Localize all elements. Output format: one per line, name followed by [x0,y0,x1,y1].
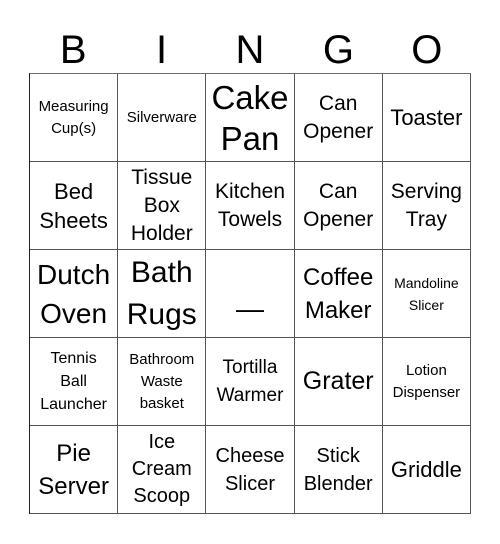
cell-label: Coffee Maker [303,263,374,324]
bingo-cell[interactable]: Ice Cream Scoop [118,426,207,514]
cell-label: Silverware [126,108,197,126]
cell-label: Bed Sheets [39,178,108,233]
bingo-cell[interactable]: Tortilla Warmer [206,338,295,426]
cell-label: Stick Blender [303,444,373,495]
header-letter-o: O [411,28,443,72]
cell-label: Griddle [390,457,462,482]
cell-label: Mandoline Slicer [394,274,459,313]
bingo-cell[interactable]: Cheese Slicer [206,426,295,514]
header-letter-i: I [156,28,168,72]
header-letter-n: N [235,28,265,72]
cell-label: — [235,292,264,324]
cell-label: Pie Server [38,439,109,500]
cell-label: Dutch Oven [37,258,111,329]
cell-label: Lotion Dispenser [392,361,461,401]
bingo-cell[interactable]: Mandoline Slicer [382,250,471,338]
cell-label: Bathroom Waste basket [129,350,195,412]
bingo-cell[interactable]: Pie Server [30,426,119,514]
cell-label: Tortilla Warmer [216,356,284,406]
bingo-cell[interactable]: Serving Tray [382,162,471,250]
bingo-cell[interactable]: Lotion Dispenser [382,338,471,426]
bingo-cell[interactable]: Grater [294,338,383,426]
bingo-cell[interactable]: Coffee Maker [294,250,383,338]
cell-label: Measuring Cup(s) [38,97,109,137]
bingo-cell[interactable]: Kitchen Towels [206,162,295,250]
bingo-cell[interactable]: Toaster [382,74,471,162]
cell-label: Serving Tray [390,179,462,231]
bingo-cell[interactable]: Stick Blender [294,426,383,514]
header-letter-b: B [59,28,87,72]
cell-label: Can Opener [303,179,374,231]
bingo-cell[interactable]: Cake Pan [206,74,295,162]
bingo-cell[interactable]: Tennis Ball Launcher [30,338,119,426]
cell-label: Tennis Ball Launcher [40,350,107,413]
bingo-cell[interactable]: Dutch Oven [30,250,119,338]
bingo-cell[interactable]: Silverware [118,74,207,162]
cell-label: Tissue Box Holder [130,165,193,245]
bingo-header: B I N G O [29,28,471,73]
cell-label: Ice Cream Scoop [131,431,192,507]
cell-label: Bath Rugs [126,255,197,331]
cell-label: Cheese Slicer [215,444,285,495]
free-space[interactable]: — [206,250,295,338]
cell-label: Cake Pan [211,78,289,157]
bingo-cell[interactable]: Griddle [382,426,471,514]
cell-label: Kitchen Towels [214,179,286,231]
cell-label: Grater [302,367,374,395]
bingo-cell[interactable]: Can Opener [294,162,383,250]
bingo-cell[interactable]: Bath Rugs [118,250,207,338]
bingo-cell[interactable]: Bathroom Waste basket [118,338,207,426]
bingo-board: Measuring Cup(s) Silverware Cake Pan Can… [29,73,471,514]
bingo-cell[interactable]: Tissue Box Holder [118,162,207,250]
bingo-cell[interactable]: Measuring Cup(s) [30,74,119,162]
cell-label: Toaster [390,105,463,130]
cell-label: Can Opener [303,91,374,143]
bingo-cell[interactable]: Can Opener [294,74,383,162]
header-letter-g: G [322,28,354,72]
bingo-cell[interactable]: Bed Sheets [30,162,119,250]
